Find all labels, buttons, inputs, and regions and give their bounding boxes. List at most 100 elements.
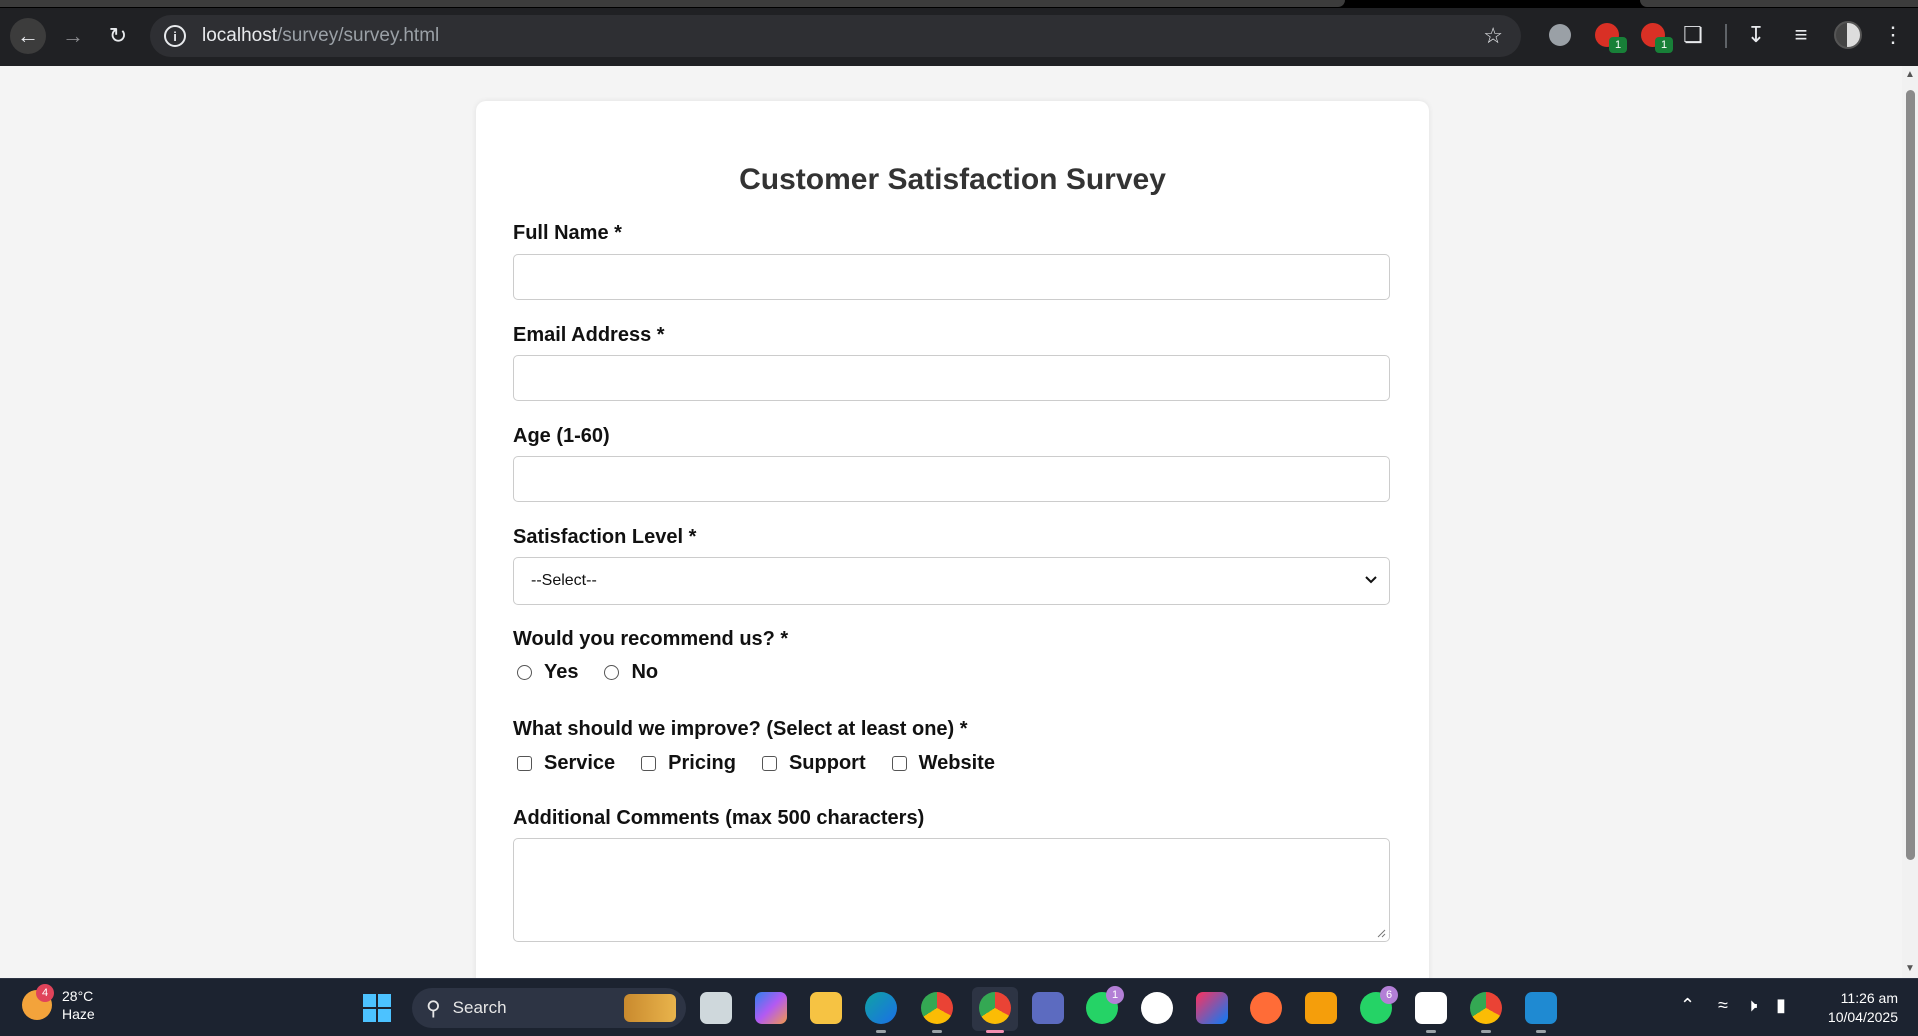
site-info-icon[interactable]: i bbox=[164, 25, 186, 47]
email-input[interactable] bbox=[513, 355, 1390, 401]
chrome-icon[interactable] bbox=[921, 992, 953, 1033]
checkbox-website[interactable] bbox=[891, 756, 907, 771]
chevron-down-icon bbox=[1365, 576, 1377, 584]
active-tab[interactable] bbox=[0, 0, 1345, 7]
address-bar[interactable]: i localhost/survey/survey.html ☆ bbox=[150, 15, 1521, 57]
weather-widget[interactable]: 4 28°C Haze bbox=[22, 984, 95, 1023]
back-button[interactable]: ← bbox=[10, 18, 46, 54]
checkbox-pricing[interactable] bbox=[641, 756, 657, 771]
battery-icon[interactable]: ▮ bbox=[1776, 995, 1786, 1016]
remote-desktop-icon[interactable] bbox=[1032, 992, 1064, 1024]
menu-kebab-icon[interactable]: ⋮ bbox=[1878, 20, 1908, 50]
reload-button[interactable]: ↻ bbox=[100, 18, 136, 54]
search-placeholder: Search bbox=[452, 998, 507, 1017]
extension-badge-2: 1 bbox=[1655, 37, 1673, 53]
bookmark-star-icon[interactable]: ☆ bbox=[1483, 23, 1503, 49]
browser-toolbar: ← → ↻ i localhost/survey/survey.html ☆ 1… bbox=[0, 0, 1918, 66]
comments-label: Additional Comments (max 500 characters) bbox=[513, 807, 925, 829]
page-scrollbar[interactable]: ▲ ▼ bbox=[1902, 66, 1918, 978]
toolbar-divider bbox=[1725, 24, 1727, 48]
satisfaction-select[interactable]: --Select-- bbox=[513, 557, 1390, 605]
email-label: Email Address * bbox=[513, 324, 665, 346]
recommend-label: Would you recommend us? * bbox=[513, 628, 789, 650]
start-button[interactable] bbox=[363, 994, 391, 1022]
windows-taskbar: 4 28°C Haze ⚲ Search 1 6 ⌃ ≈ 🕨 ▮ 11:26 a… bbox=[0, 978, 1918, 1036]
profile-avatar[interactable] bbox=[1833, 20, 1863, 50]
age-input[interactable] bbox=[513, 456, 1390, 502]
other-tab[interactable] bbox=[1640, 0, 1918, 7]
extension-red-icon-2[interactable]: 1 bbox=[1638, 20, 1673, 53]
survey-card: Customer Satisfaction Survey Full Name *… bbox=[476, 101, 1429, 978]
improve-option-support[interactable]: Support bbox=[761, 752, 866, 775]
checkbox-support[interactable] bbox=[761, 756, 777, 771]
volume-muted-icon[interactable]: 🕨 bbox=[1746, 995, 1757, 1016]
whatsapp-badge: 1 bbox=[1106, 986, 1124, 1004]
weather-desc: Haze bbox=[62, 1006, 95, 1022]
forward-button[interactable]: → bbox=[55, 18, 91, 54]
whatsapp-business-badge: 6 bbox=[1380, 986, 1398, 1004]
scroll-down-icon[interactable]: ▼ bbox=[1905, 964, 1915, 974]
radio-no-label: No bbox=[631, 661, 659, 683]
reload-icon: ↻ bbox=[108, 23, 128, 48]
improve-label: What should we improve? (Select at least… bbox=[513, 718, 968, 740]
file-explorer-icon[interactable] bbox=[810, 992, 842, 1024]
satisfaction-label: Satisfaction Level * bbox=[513, 526, 697, 548]
checkbox-service[interactable] bbox=[517, 756, 532, 771]
media-queue-icon[interactable]: ≡ bbox=[1786, 20, 1816, 50]
search-icon: ⚲ bbox=[426, 997, 441, 1020]
checkbox-support-label: Support bbox=[788, 752, 866, 774]
clock-time: 11:26 am bbox=[1840, 990, 1898, 1006]
puzzle-extensions-icon[interactable]: ❏ bbox=[1678, 20, 1708, 50]
scroll-up-icon[interactable]: ▲ bbox=[1905, 70, 1915, 80]
whatsapp-business-icon[interactable]: 6 bbox=[1360, 986, 1398, 1024]
download-icon[interactable]: ↧ bbox=[1741, 20, 1771, 50]
page-viewport: Customer Satisfaction Survey Full Name *… bbox=[0, 66, 1902, 978]
recommend-option-no[interactable]: No bbox=[604, 661, 658, 684]
clock-date: 10/04/2025 bbox=[1827, 1009, 1898, 1025]
tray-overflow-chevron-icon[interactable]: ⌃ bbox=[1680, 995, 1695, 1016]
recommend-options: Yes No bbox=[517, 661, 684, 684]
wifi-icon[interactable]: ≈ bbox=[1718, 995, 1728, 1016]
virtualbox-icon[interactable] bbox=[1305, 992, 1337, 1024]
extension-red-icon[interactable]: 1 bbox=[1592, 20, 1627, 53]
intellij-icon[interactable] bbox=[1196, 992, 1228, 1024]
full-name-label: Full Name * bbox=[513, 222, 622, 244]
recommend-option-yes[interactable]: Yes bbox=[517, 661, 578, 684]
notes-app-icon[interactable] bbox=[1415, 992, 1447, 1033]
vscode-icon[interactable] bbox=[1525, 992, 1557, 1033]
radio-no[interactable] bbox=[604, 665, 620, 680]
system-clock[interactable]: 11:26 am 10/04/2025 bbox=[1828, 989, 1898, 1027]
comments-textarea[interactable] bbox=[513, 838, 1390, 942]
chrome-alt-profile-icon[interactable] bbox=[1470, 992, 1502, 1033]
satisfaction-selected-value: --Select-- bbox=[531, 572, 597, 589]
task-view-icon[interactable] bbox=[700, 992, 732, 1024]
url-host: localhost bbox=[202, 25, 277, 46]
radio-yes-label: Yes bbox=[544, 661, 579, 683]
url-text[interactable]: localhost/survey/survey.html bbox=[202, 25, 439, 47]
tab-strip bbox=[0, 0, 1918, 8]
improve-option-website[interactable]: Website bbox=[891, 752, 995, 775]
chrome-profile-icon[interactable] bbox=[979, 992, 1011, 1033]
improve-option-service[interactable]: Service bbox=[517, 752, 615, 775]
copilot-icon[interactable] bbox=[755, 992, 787, 1024]
checkbox-website-label: Website bbox=[918, 752, 995, 774]
full-name-input[interactable] bbox=[513, 254, 1390, 300]
weather-icon: 4 bbox=[22, 984, 54, 1020]
postman-icon[interactable] bbox=[1250, 992, 1282, 1024]
extension-badge: 1 bbox=[1609, 37, 1627, 53]
weather-temp: 28°C bbox=[62, 988, 94, 1004]
improve-options: Service Pricing Support Website bbox=[517, 752, 1021, 775]
taskbar-search[interactable]: ⚲ Search bbox=[412, 988, 686, 1028]
whatsapp-web-icon[interactable] bbox=[1141, 992, 1173, 1024]
url-path: /survey/survey.html bbox=[277, 25, 440, 46]
radio-yes[interactable] bbox=[517, 665, 532, 680]
whatsapp-icon[interactable]: 1 bbox=[1086, 986, 1124, 1024]
globe-extension-icon[interactable] bbox=[1545, 20, 1575, 50]
weather-badge: 4 bbox=[36, 984, 54, 1002]
improve-option-pricing[interactable]: Pricing bbox=[641, 752, 736, 775]
edge-icon[interactable] bbox=[865, 992, 897, 1033]
scrollbar-thumb[interactable] bbox=[1906, 90, 1915, 860]
resize-grip-icon[interactable] bbox=[1376, 928, 1386, 938]
arrow-left-icon: ← bbox=[17, 23, 39, 48]
arrow-right-icon: → bbox=[62, 23, 84, 48]
